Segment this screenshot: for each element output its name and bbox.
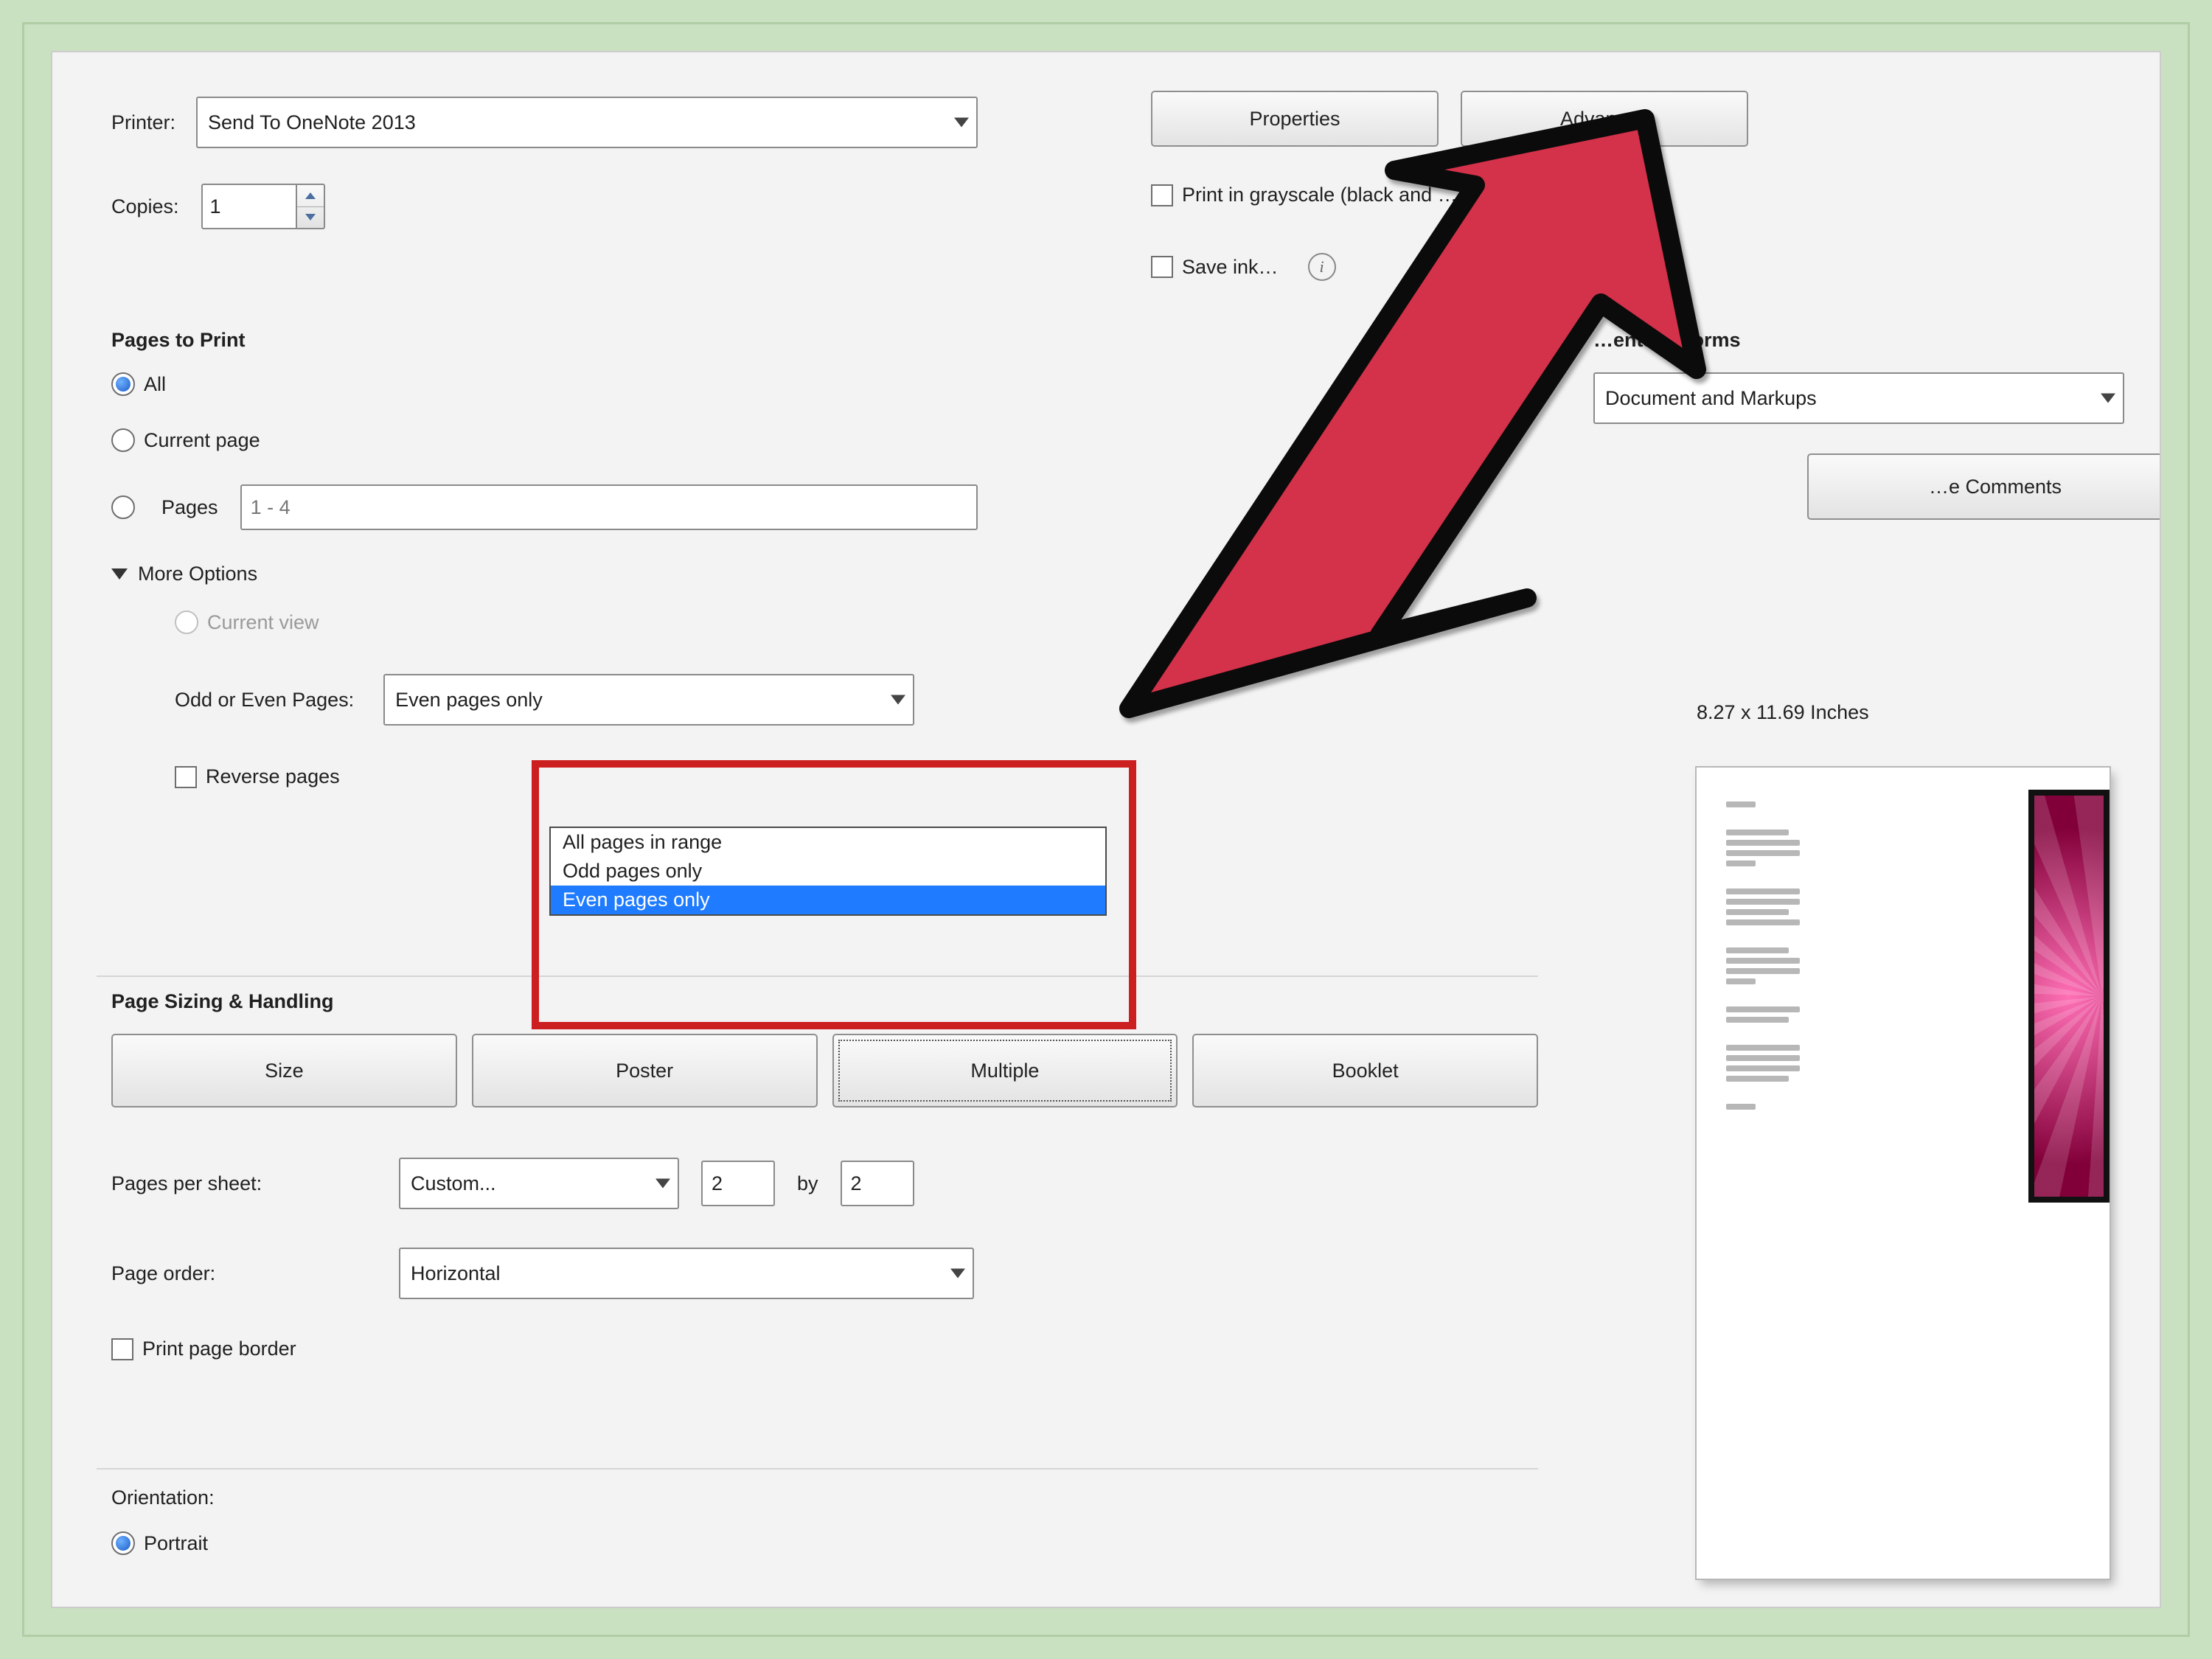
odd-even-label: Odd or Even Pages:	[175, 689, 354, 712]
printer-select[interactable]: Send To OneNote 2013	[196, 97, 978, 148]
multiple-button[interactable]: Multiple	[832, 1034, 1178, 1107]
pps-cols-input[interactable]: 2	[701, 1161, 775, 1206]
print-page-border-label: Print page border	[142, 1338, 296, 1360]
radio-current-view-label: Current view	[207, 611, 319, 634]
copies-increment[interactable]	[297, 185, 324, 207]
size-button[interactable]: Size	[111, 1034, 457, 1107]
chevron-up-icon	[305, 192, 316, 199]
pps-rows-input[interactable]: 2	[841, 1161, 914, 1206]
odd-even-value: Even pages only	[395, 689, 543, 712]
pps-rows-value: 2	[851, 1172, 862, 1195]
reverse-pages-label: Reverse pages	[206, 765, 340, 788]
sizing-heading: Page Sizing & Handling	[111, 990, 1538, 1013]
pages-range-input[interactable]: 1 - 4	[240, 484, 978, 530]
pps-cols-value: 2	[712, 1172, 723, 1195]
radio-pages-label: Pages	[161, 496, 218, 519]
pages-per-sheet-select[interactable]: Custom...	[399, 1158, 679, 1209]
printer-select-value: Send To OneNote 2013	[208, 111, 416, 134]
pages-range-value: 1 - 4	[251, 496, 291, 519]
radio-all[interactable]	[111, 372, 135, 396]
radio-pages[interactable]	[111, 495, 135, 519]
annotation-arrow-icon	[1085, 97, 1859, 731]
page-order-label: Page order:	[111, 1262, 377, 1285]
chevron-down-icon	[655, 1179, 670, 1189]
radio-all-label: All	[144, 373, 166, 396]
page-order-value: Horizontal	[411, 1262, 501, 1285]
pages-per-sheet-label: Pages per sheet:	[111, 1172, 377, 1195]
pages-per-sheet-value: Custom...	[411, 1172, 496, 1195]
chevron-down-icon	[2101, 394, 2115, 403]
printer-label: Printer:	[111, 111, 175, 134]
poster-button[interactable]: Poster	[472, 1034, 818, 1107]
odd-even-option-odd[interactable]: Odd pages only	[551, 857, 1105, 886]
chevron-down-icon	[305, 214, 316, 220]
odd-even-select[interactable]: Even pages only	[383, 674, 914, 726]
print-dialog: Printer: Send To OneNote 2013 Properties…	[51, 51, 2161, 1608]
page-order-select[interactable]: Horizontal	[399, 1248, 974, 1299]
odd-even-option-even[interactable]: Even pages only	[551, 886, 1105, 914]
chevron-down-icon	[950, 1269, 965, 1279]
chevron-down-icon	[891, 695, 905, 705]
summarize-comments-button[interactable]: …e Comments	[1807, 453, 2161, 520]
orientation-heading: Orientation:	[111, 1486, 215, 1509]
print-page-border-checkbox[interactable]	[111, 1338, 133, 1360]
odd-even-dropdown-list[interactable]: All pages in range Odd pages only Even p…	[549, 827, 1107, 916]
radio-current-view	[175, 611, 198, 634]
radio-current-page-label: Current page	[144, 429, 260, 452]
copies-label: Copies:	[111, 195, 179, 218]
copies-spinner[interactable]: 1	[201, 184, 325, 229]
chevron-down-icon	[954, 118, 969, 128]
copies-decrement[interactable]	[297, 207, 324, 229]
pps-by-label: by	[797, 1172, 818, 1195]
radio-portrait-label: Portrait	[144, 1532, 208, 1555]
odd-even-option-all[interactable]: All pages in range	[551, 828, 1105, 857]
print-preview	[1697, 768, 2110, 1579]
reverse-pages-checkbox[interactable]	[175, 766, 197, 788]
radio-portrait[interactable]	[111, 1531, 135, 1555]
copies-value: 1	[210, 195, 221, 218]
radio-current-page[interactable]	[111, 428, 135, 452]
more-options-label: More Options	[138, 563, 257, 585]
booklet-button[interactable]: Booklet	[1192, 1034, 1538, 1107]
more-options-disclosure[interactable]	[111, 568, 128, 580]
